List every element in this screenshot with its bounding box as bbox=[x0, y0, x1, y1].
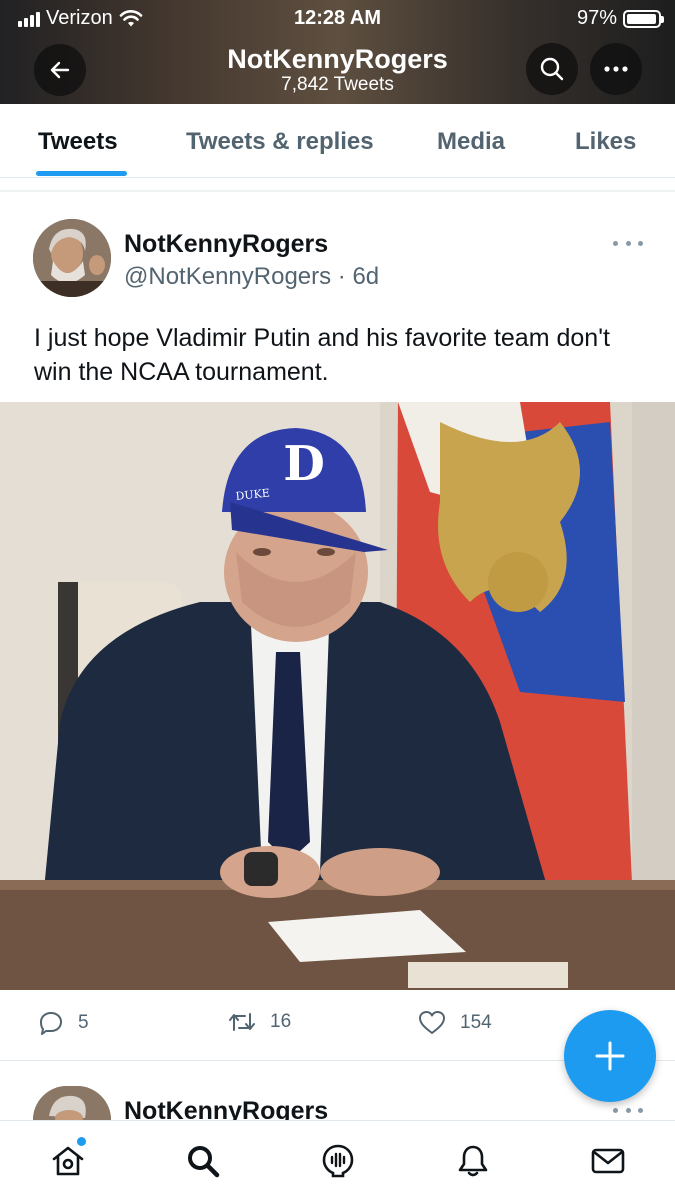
retweet-icon bbox=[229, 1013, 255, 1031]
spaces-icon bbox=[322, 1144, 354, 1178]
avatar-image bbox=[33, 1086, 111, 1120]
tab-tweets-replies[interactable]: Tweets & replies bbox=[186, 128, 374, 156]
avatar[interactable] bbox=[33, 1086, 111, 1120]
nav-spaces[interactable] bbox=[316, 1139, 360, 1183]
tweet-more-icon[interactable] bbox=[613, 1106, 643, 1114]
compose-tweet-button[interactable] bbox=[564, 1010, 656, 1102]
tweet-author-name[interactable]: NotKennyRogers bbox=[124, 230, 328, 259]
avatar[interactable] bbox=[33, 219, 111, 297]
search-icon bbox=[540, 57, 564, 81]
tweet-more-icon[interactable] bbox=[613, 239, 643, 247]
more-icon bbox=[604, 66, 628, 72]
divider bbox=[0, 190, 675, 192]
notification-dot bbox=[77, 1137, 86, 1146]
profile-header: Verizon 12:28 AM 97% NotKennyRogers 7,84… bbox=[0, 0, 675, 104]
nav-home[interactable] bbox=[46, 1137, 90, 1183]
tab-likes[interactable]: Likes bbox=[575, 128, 636, 156]
home-icon bbox=[52, 1146, 84, 1176]
like-count: 154 bbox=[460, 1012, 492, 1033]
nav-notifications[interactable] bbox=[451, 1139, 495, 1183]
status-time: 12:28 AM bbox=[293, 7, 382, 29]
battery: 97% bbox=[576, 7, 664, 30]
tweet-handle-time: @NotKennyRogers · 6d bbox=[124, 263, 380, 290]
active-tab-indicator bbox=[36, 171, 127, 176]
tab-media[interactable]: Media bbox=[437, 128, 505, 156]
profile-tabs: Tweets Tweets & replies Media Likes bbox=[0, 104, 675, 178]
avatar-image bbox=[33, 219, 111, 297]
more-button[interactable] bbox=[590, 43, 642, 95]
tweet-text: I just hope Vladimir Putin and his favor… bbox=[34, 324, 610, 386]
nav-search[interactable] bbox=[181, 1139, 225, 1183]
like-button[interactable]: 154 bbox=[418, 1010, 492, 1036]
bell-icon bbox=[458, 1145, 488, 1177]
search-button[interactable] bbox=[526, 43, 578, 95]
nav-messages[interactable] bbox=[586, 1139, 630, 1183]
plus-icon bbox=[595, 1041, 625, 1071]
heart-icon bbox=[419, 1011, 445, 1034]
battery-percent: 97% bbox=[576, 7, 617, 29]
reply-count: 5 bbox=[78, 1012, 89, 1033]
battery-icon bbox=[623, 9, 664, 28]
search-icon bbox=[188, 1146, 220, 1178]
retweet-count: 16 bbox=[270, 1011, 292, 1032]
status-bar: Verizon 12:28 AM 97% bbox=[0, 0, 675, 34]
cap-logo: D bbox=[283, 436, 325, 492]
tweet-image: D DUKE bbox=[0, 402, 675, 990]
tab-tweets[interactable]: Tweets bbox=[38, 128, 118, 156]
retweet-button[interactable]: 16 bbox=[228, 1010, 291, 1034]
bottom-nav bbox=[0, 1120, 675, 1200]
reply-button[interactable]: 5 bbox=[38, 1010, 89, 1036]
tweet-photo[interactable]: D DUKE bbox=[0, 402, 675, 990]
reply-icon bbox=[40, 1012, 62, 1035]
mail-icon bbox=[591, 1148, 625, 1174]
